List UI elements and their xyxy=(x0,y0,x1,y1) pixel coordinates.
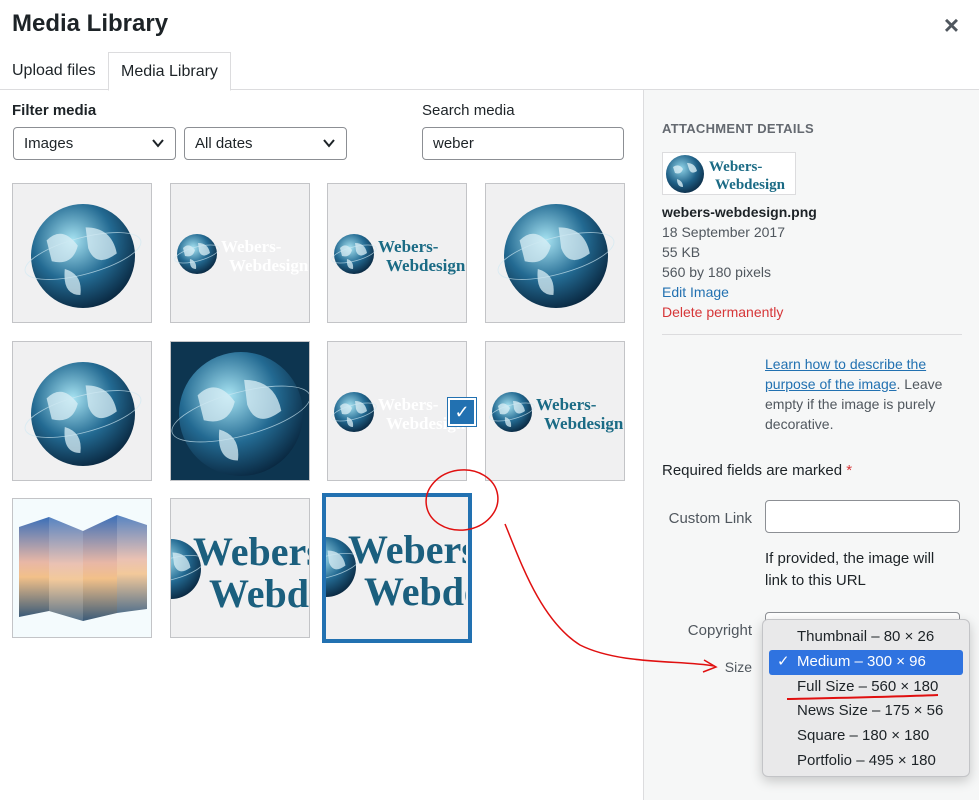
size-option[interactable]: Thumbnail – 80 × 26 xyxy=(769,625,963,650)
attachment-date: 18 September 2017 xyxy=(662,224,785,240)
attachment-filesize: 55 KB xyxy=(662,244,701,260)
attachment-thumbnail[interactable] xyxy=(485,183,625,323)
size-option-label: Portfolio – 495 × 180 xyxy=(797,751,936,769)
required-star: * xyxy=(846,462,853,479)
attachment-thumbnail[interactable]: Webers-Webdesign xyxy=(327,341,467,481)
media-type-select[interactable]: Images xyxy=(13,127,176,160)
svg-text:Webdesign: Webdesign xyxy=(544,414,624,433)
svg-text:Webers-: Webers- xyxy=(348,527,466,572)
size-option[interactable]: News Size – 175 × 56 xyxy=(769,699,963,724)
size-option[interactable]: Portfolio – 495 × 180 xyxy=(769,749,963,774)
attachment-filename: webers-webdesign.png xyxy=(662,204,817,220)
tab-bar: Upload files Media Library xyxy=(0,52,979,91)
search-media-label: Search media xyxy=(422,102,515,119)
size-option-label: News Size – 175 × 56 xyxy=(797,702,944,720)
tab-media-library[interactable]: Media Library xyxy=(108,52,231,91)
media-date-value: All dates xyxy=(195,135,253,152)
size-option[interactable]: Full Size – 560 × 180 xyxy=(769,675,963,700)
attachment-details-heading: ATTACHMENT DETAILS xyxy=(662,121,814,136)
chevron-down-icon xyxy=(322,128,336,170)
svg-text:Webers-: Webers- xyxy=(536,395,597,414)
attachment-thumbnail[interactable]: Webers-Webdesign xyxy=(170,183,310,323)
size-label: Size xyxy=(724,659,752,675)
size-option-label: Medium – 300 × 96 xyxy=(797,652,926,670)
attachment-thumbnail[interactable]: Webers-Webdesign xyxy=(321,492,473,644)
preview-logo-line2: Webdesign xyxy=(715,177,786,193)
required-fields-note: Required fields are marked * xyxy=(662,462,852,479)
size-option[interactable]: ✓ Medium – 300 × 96 xyxy=(769,649,963,675)
custom-link-input[interactable] xyxy=(765,500,960,533)
edit-image-link[interactable]: Edit Image xyxy=(662,284,729,300)
attachment-thumbnail[interactable]: Webers-Webdesign xyxy=(327,183,467,323)
size-option[interactable]: Square – 180 × 180 xyxy=(769,724,963,749)
size-dropdown[interactable]: Thumbnail – 80 × 26 ✓ Medium – 300 × 96 Ful… xyxy=(762,619,970,777)
modal-title: Media Library xyxy=(12,10,169,37)
size-option-label: Square – 180 × 180 xyxy=(797,727,930,745)
custom-link-label: Custom Link xyxy=(668,510,752,527)
selected-check-icon[interactable]: ✓ xyxy=(448,398,476,426)
svg-text:Webers-: Webers- xyxy=(378,237,439,256)
preview-logo-line1: Webers- xyxy=(709,159,762,175)
size-option-label: Thumbnail – 80 × 26 xyxy=(797,628,935,645)
attachment-thumbnail[interactable] xyxy=(170,341,310,481)
attachment-thumbnail[interactable] xyxy=(12,341,152,481)
svg-text:Webdesign: Webdesign xyxy=(209,571,310,616)
copyright-label: Copyright xyxy=(687,622,752,639)
media-date-select[interactable]: All dates xyxy=(184,127,347,160)
delete-permanently-link[interactable]: Delete permanently xyxy=(662,304,783,320)
filter-media-label: Filter media xyxy=(12,102,97,119)
svg-text:Webdesign: Webdesign xyxy=(386,256,466,275)
alt-text-description: Learn how to describe the purpose of the… xyxy=(765,354,965,434)
svg-text:Webdesign: Webdesign xyxy=(364,569,466,614)
search-input[interactable] xyxy=(422,127,624,160)
checkmark-icon: ✓ xyxy=(777,652,790,670)
attachment-thumbnail[interactable] xyxy=(12,183,152,323)
custom-link-hint: If provided, the image will link to this… xyxy=(765,550,935,589)
svg-text:Webers-: Webers- xyxy=(221,237,282,256)
attachment-thumbnail[interactable]: Webers-Webdesign xyxy=(485,341,625,481)
media-type-value: Images xyxy=(24,135,74,152)
attachment-dimensions: 560 by 180 pixels xyxy=(662,264,771,280)
attachment-preview: Webers- Webdesign xyxy=(662,152,796,195)
svg-text:Webers-: Webers- xyxy=(378,395,439,414)
close-icon[interactable]: × xyxy=(944,12,959,38)
attachment-thumbnail[interactable]: Webers-Webdesign xyxy=(170,498,310,638)
tab-upload-files[interactable]: Upload files xyxy=(0,52,108,90)
size-option-label: Full Size – 560 × 180 xyxy=(797,677,939,695)
divider xyxy=(662,334,962,335)
svg-text:Webers-: Webers- xyxy=(193,529,310,574)
chevron-down-icon xyxy=(151,128,165,170)
attachment-thumbnail[interactable] xyxy=(12,498,152,638)
required-text: Required fields are marked xyxy=(662,462,847,479)
svg-text:Webdesign: Webdesign xyxy=(229,256,309,275)
